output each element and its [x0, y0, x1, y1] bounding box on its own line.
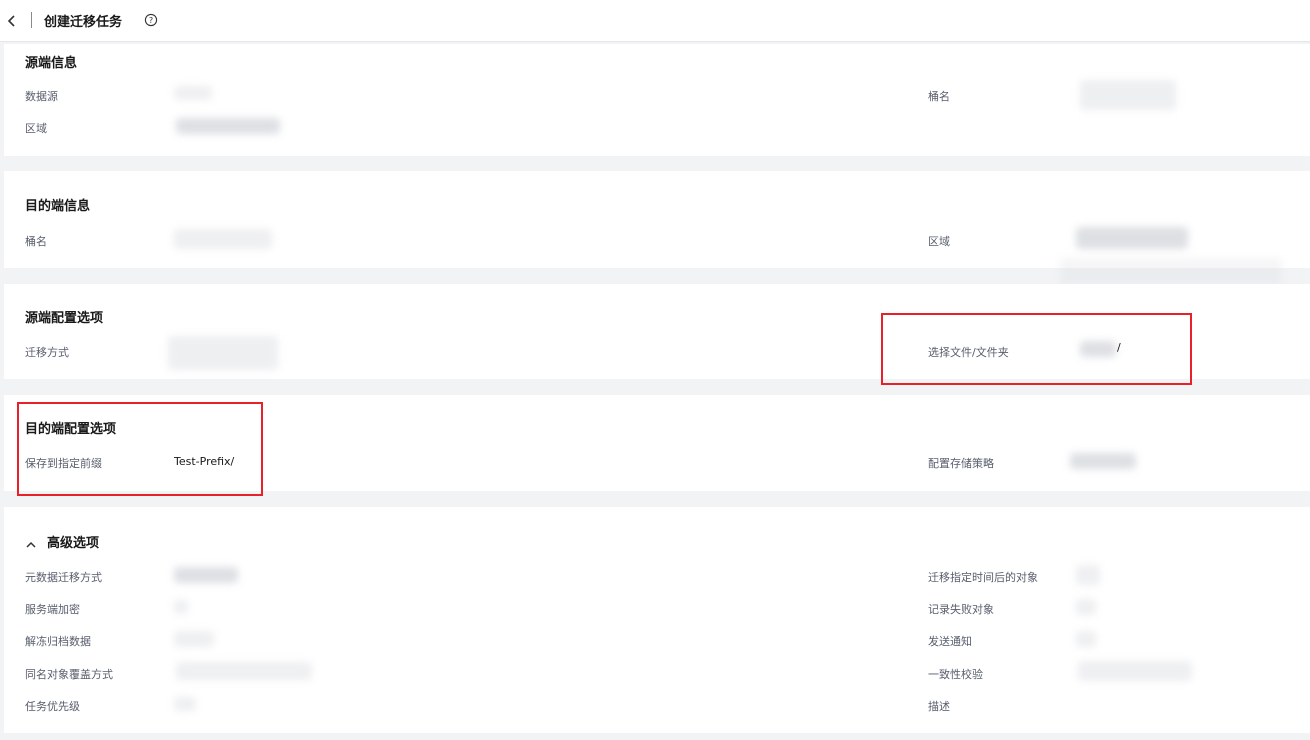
prefix-highlight: [17, 402, 263, 496]
advanced-left-label: 服务端加密: [25, 603, 80, 616]
page-header: 创建迁移任务 ?: [0, 0, 1310, 42]
advanced-options-title: 高级选项: [47, 536, 100, 551]
advanced-right-label: 记录失败对象: [928, 603, 994, 616]
migration-method-value-redacted: [168, 336, 278, 370]
help-button[interactable]: ?: [144, 12, 158, 27]
dest-info-title: 目的端信息: [25, 199, 91, 214]
advanced-left-value-redacted: [176, 662, 312, 680]
source-region-value-redacted: [176, 118, 280, 134]
chevron-up-icon: [26, 541, 36, 548]
dest-bucket-label: 桶名: [25, 235, 47, 248]
source-info-title: 源端信息: [25, 56, 78, 71]
source-region-label: 区域: [25, 122, 47, 135]
advanced-left-value-redacted: [174, 600, 188, 614]
source-bucket-label: 桶名: [928, 90, 950, 103]
advanced-right-label: 发送通知: [928, 635, 972, 648]
advanced-left-label: 任务优先级: [25, 700, 80, 713]
advanced-left-value-redacted: [174, 631, 214, 647]
advanced-left-value-redacted: [174, 567, 238, 583]
data-source-value-redacted: [174, 86, 212, 100]
advanced-left-value-redacted: [174, 697, 196, 711]
advanced-left-label: 元数据迁移方式: [25, 571, 102, 584]
back-button[interactable]: [4, 12, 20, 30]
source-bucket-value-redacted: [1080, 80, 1176, 110]
dest-bucket-value-redacted: [174, 229, 272, 249]
collapse-advanced-button[interactable]: [25, 535, 37, 548]
advanced-options-card: 高级选项 元数据迁移方式 服务端加密 解冻归档数据 同名对象覆盖方式 任务优先级…: [4, 507, 1310, 733]
advanced-left-label: 同名对象覆盖方式: [25, 668, 113, 681]
advanced-right-value-redacted: [1076, 599, 1096, 615]
dest-region-value-redacted: [1076, 227, 1188, 249]
source-info-card: 源端信息 数据源 区域 桶名: [4, 44, 1310, 156]
data-source-label: 数据源: [25, 90, 58, 103]
advanced-right-label: 迁移指定时间后的对象: [928, 571, 1038, 584]
dest-region-label: 区域: [928, 235, 950, 248]
advanced-left-label: 解冻归档数据: [25, 635, 91, 648]
svg-text:?: ?: [149, 16, 153, 25]
question-circle-icon: ?: [144, 13, 158, 27]
page-title: 创建迁移任务: [44, 15, 123, 30]
header-divider: [31, 12, 32, 28]
source-config-title: 源端配置选项: [25, 311, 104, 326]
chevron-left-icon: [7, 15, 15, 27]
advanced-right-label: 一致性校验: [928, 668, 983, 681]
migration-method-label: 迁移方式: [25, 346, 69, 359]
storage-policy-label: 配置存储策略: [928, 457, 994, 470]
storage-policy-value-redacted: [1070, 453, 1136, 469]
advanced-right-label: 描述: [928, 700, 950, 713]
select-file-highlight: [881, 313, 1192, 385]
dest-region-overflow-redacted: [1060, 258, 1282, 286]
advanced-right-value-redacted: [1076, 565, 1100, 585]
advanced-right-value-redacted: [1078, 661, 1192, 681]
dest-info-card: 目的端信息 桶名 区域: [4, 171, 1310, 268]
advanced-right-value-redacted: [1076, 631, 1096, 647]
